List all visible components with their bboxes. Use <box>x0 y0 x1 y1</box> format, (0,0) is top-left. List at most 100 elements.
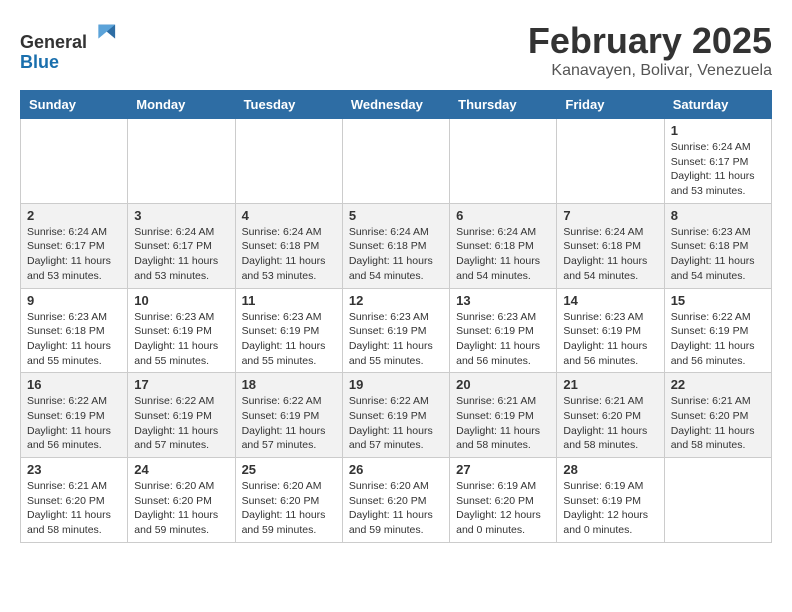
day-cell-8: 8 Sunrise: 6:23 AM Sunset: 6:18 PM Daylig… <box>664 203 771 288</box>
day-number: 28 <box>563 462 657 477</box>
weekday-header-sunday: Sunday <box>21 91 128 119</box>
day-number: 9 <box>27 293 121 308</box>
day-cell-18: 18Sunrise: 6:22 AM Sunset: 6:19 PM Dayli… <box>235 373 342 458</box>
day-info: Sunrise: 6:23 AM Sunset: 6:19 PM Dayligh… <box>456 310 550 369</box>
day-info: Sunrise: 6:22 AM Sunset: 6:19 PM Dayligh… <box>349 394 443 453</box>
empty-cell <box>557 119 664 204</box>
day-number: 4 <box>242 208 336 223</box>
day-number: 27 <box>456 462 550 477</box>
day-number: 26 <box>349 462 443 477</box>
empty-cell <box>342 119 449 204</box>
day-info: Sunrise: 6:23 AM Sunset: 6:19 PM Dayligh… <box>349 310 443 369</box>
empty-cell <box>664 458 771 543</box>
logo-icon <box>89 20 117 48</box>
day-number: 22 <box>671 377 765 392</box>
day-number: 10 <box>134 293 228 308</box>
day-number: 21 <box>563 377 657 392</box>
day-info: Sunrise: 6:23 AM Sunset: 6:19 PM Dayligh… <box>563 310 657 369</box>
day-number: 23 <box>27 462 121 477</box>
day-info: Sunrise: 6:22 AM Sunset: 6:19 PM Dayligh… <box>671 310 765 369</box>
day-number: 2 <box>27 208 121 223</box>
day-info: Sunrise: 6:20 AM Sunset: 6:20 PM Dayligh… <box>242 479 336 538</box>
day-info: Sunrise: 6:22 AM Sunset: 6:19 PM Dayligh… <box>27 394 121 453</box>
day-number: 8 <box>671 208 765 223</box>
day-info: Sunrise: 6:19 AM Sunset: 6:19 PM Dayligh… <box>563 479 657 538</box>
day-number: 3 <box>134 208 228 223</box>
day-number: 6 <box>456 208 550 223</box>
day-cell-2: 2 Sunrise: 6:24 AM Sunset: 6:17 PM Daylig… <box>21 203 128 288</box>
day-cell-21: 21 Sunrise: 6:21 AM Sunset: 6:20 PM Dayli… <box>557 373 664 458</box>
week-row-5: 23 Sunrise: 6:21 AM Sunset: 6:20 PM Dayli… <box>21 458 772 543</box>
week-row-1: 1 Sunrise: 6:24 AM Sunset: 6:17 PM Daylig… <box>21 119 772 204</box>
day-cell-6: 6 Sunrise: 6:24 AM Sunset: 6:18 PM Daylig… <box>450 203 557 288</box>
logo-general: General <box>20 32 87 52</box>
day-cell-9: 9 Sunrise: 6:23 AM Sunset: 6:18 PM Daylig… <box>21 288 128 373</box>
day-info: Sunrise: 6:22 AM Sunset: 6:19 PM Dayligh… <box>242 394 336 453</box>
week-row-3: 9 Sunrise: 6:23 AM Sunset: 6:18 PM Daylig… <box>21 288 772 373</box>
weekday-header-friday: Friday <box>557 91 664 119</box>
day-cell-26: 26 Sunrise: 6:20 AM Sunset: 6:20 PM Dayli… <box>342 458 449 543</box>
day-cell-25: 25 Sunrise: 6:20 AM Sunset: 6:20 PM Dayli… <box>235 458 342 543</box>
weekday-header-tuesday: Tuesday <box>235 91 342 119</box>
day-cell-28: 28 Sunrise: 6:19 AM Sunset: 6:19 PM Dayli… <box>557 458 664 543</box>
day-cell-24: 24 Sunrise: 6:20 AM Sunset: 6:20 PM Dayli… <box>128 458 235 543</box>
day-number: 20 <box>456 377 550 392</box>
empty-cell <box>450 119 557 204</box>
day-number: 19 <box>349 377 443 392</box>
day-info: Sunrise: 6:20 AM Sunset: 6:20 PM Dayligh… <box>134 479 228 538</box>
location: Kanavayen, Bolivar, Venezuela <box>528 62 772 80</box>
day-number: 25 <box>242 462 336 477</box>
day-cell-1: 1 Sunrise: 6:24 AM Sunset: 6:17 PM Daylig… <box>664 119 771 204</box>
day-info: Sunrise: 6:19 AM Sunset: 6:20 PM Dayligh… <box>456 479 550 538</box>
day-cell-22: 22Sunrise: 6:21 AM Sunset: 6:20 PM Dayli… <box>664 373 771 458</box>
day-cell-16: 16 Sunrise: 6:22 AM Sunset: 6:19 PM Dayli… <box>21 373 128 458</box>
day-info: Sunrise: 6:24 AM Sunset: 6:17 PM Dayligh… <box>27 225 121 284</box>
weekday-header-row: SundayMondayTuesdayWednesdayThursdayFrid… <box>21 91 772 119</box>
day-cell-10: 10Sunrise: 6:23 AM Sunset: 6:19 PM Dayli… <box>128 288 235 373</box>
day-cell-5: 5Sunrise: 6:24 AM Sunset: 6:18 PM Daylig… <box>342 203 449 288</box>
week-row-2: 2 Sunrise: 6:24 AM Sunset: 6:17 PM Daylig… <box>21 203 772 288</box>
day-info: Sunrise: 6:23 AM Sunset: 6:19 PM Dayligh… <box>242 310 336 369</box>
day-info: Sunrise: 6:21 AM Sunset: 6:19 PM Dayligh… <box>456 394 550 453</box>
empty-cell <box>128 119 235 204</box>
day-info: Sunrise: 6:24 AM Sunset: 6:18 PM Dayligh… <box>349 225 443 284</box>
day-info: Sunrise: 6:24 AM Sunset: 6:18 PM Dayligh… <box>456 225 550 284</box>
day-info: Sunrise: 6:21 AM Sunset: 6:20 PM Dayligh… <box>27 479 121 538</box>
month-year: February 2025 <box>528 20 772 62</box>
day-number: 13 <box>456 293 550 308</box>
day-cell-4: 4 Sunrise: 6:24 AM Sunset: 6:18 PM Daylig… <box>235 203 342 288</box>
day-number: 7 <box>563 208 657 223</box>
day-cell-20: 20 Sunrise: 6:21 AM Sunset: 6:19 PM Dayli… <box>450 373 557 458</box>
day-cell-17: 17Sunrise: 6:22 AM Sunset: 6:19 PM Dayli… <box>128 373 235 458</box>
day-number: 15 <box>671 293 765 308</box>
day-info: Sunrise: 6:20 AM Sunset: 6:20 PM Dayligh… <box>349 479 443 538</box>
calendar-table: SundayMondayTuesdayWednesdayThursdayFrid… <box>20 90 772 543</box>
weekday-header-thursday: Thursday <box>450 91 557 119</box>
day-cell-11: 11Sunrise: 6:23 AM Sunset: 6:19 PM Dayli… <box>235 288 342 373</box>
day-info: Sunrise: 6:24 AM Sunset: 6:18 PM Dayligh… <box>242 225 336 284</box>
empty-cell <box>235 119 342 204</box>
weekday-header-monday: Monday <box>128 91 235 119</box>
day-info: Sunrise: 6:21 AM Sunset: 6:20 PM Dayligh… <box>563 394 657 453</box>
day-number: 24 <box>134 462 228 477</box>
day-info: Sunrise: 6:24 AM Sunset: 6:17 PM Dayligh… <box>671 140 765 199</box>
day-info: Sunrise: 6:23 AM Sunset: 6:18 PM Dayligh… <box>671 225 765 284</box>
day-cell-23: 23 Sunrise: 6:21 AM Sunset: 6:20 PM Dayli… <box>21 458 128 543</box>
page-header: General Blue February 2025 Kanavayen, Bo… <box>20 20 772 80</box>
weekday-header-wednesday: Wednesday <box>342 91 449 119</box>
day-info: Sunrise: 6:24 AM Sunset: 6:18 PM Dayligh… <box>563 225 657 284</box>
day-info: Sunrise: 6:24 AM Sunset: 6:17 PM Dayligh… <box>134 225 228 284</box>
day-number: 14 <box>563 293 657 308</box>
empty-cell <box>21 119 128 204</box>
day-info: Sunrise: 6:23 AM Sunset: 6:18 PM Dayligh… <box>27 310 121 369</box>
day-number: 1 <box>671 123 765 138</box>
logo-blue: Blue <box>20 52 59 72</box>
day-cell-3: 3 Sunrise: 6:24 AM Sunset: 6:17 PM Daylig… <box>128 203 235 288</box>
day-cell-27: 27 Sunrise: 6:19 AM Sunset: 6:20 PM Dayli… <box>450 458 557 543</box>
day-cell-13: 13 Sunrise: 6:23 AM Sunset: 6:19 PM Dayli… <box>450 288 557 373</box>
day-number: 16 <box>27 377 121 392</box>
day-cell-7: 7 Sunrise: 6:24 AM Sunset: 6:18 PM Daylig… <box>557 203 664 288</box>
day-cell-14: 14 Sunrise: 6:23 AM Sunset: 6:19 PM Dayli… <box>557 288 664 373</box>
title-area: February 2025 Kanavayen, Bolivar, Venezu… <box>528 20 772 80</box>
day-cell-15: 15 Sunrise: 6:22 AM Sunset: 6:19 PM Dayli… <box>664 288 771 373</box>
